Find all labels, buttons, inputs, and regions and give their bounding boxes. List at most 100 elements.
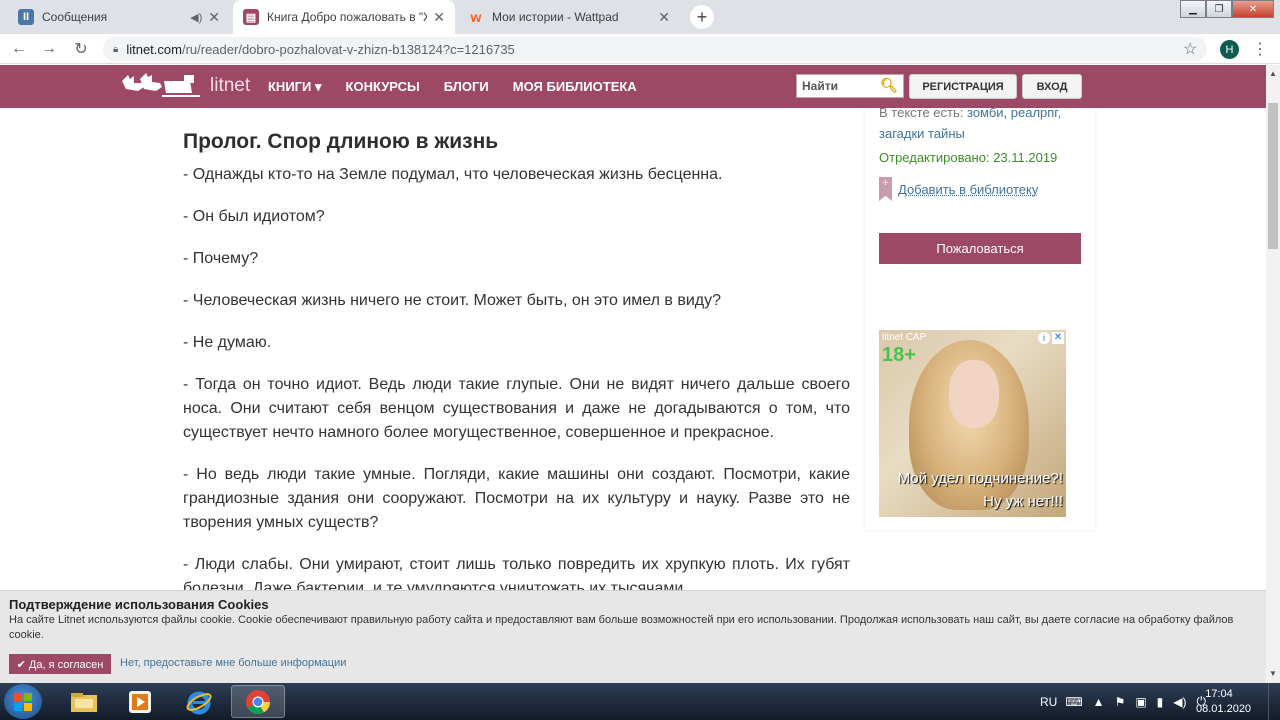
tag-link[interactable]: зомби, реалрпг, <box>967 108 1061 120</box>
system-clock[interactable]: 17:04 08.01.2020 <box>1196 687 1252 717</box>
menu-icon[interactable]: ⋮ <box>1252 39 1268 59</box>
address-bar[interactable]: 🔒︎ litnet.com/ru/reader/dobro-pozhalovat… <box>103 37 1207 61</box>
tab-title: Сообщения <box>42 10 108 24</box>
login-button[interactable]: ВХОД <box>1022 74 1082 99</box>
new-tab-button[interactable]: + <box>690 5 714 29</box>
scroll-up-icon[interactable]: ▲ <box>1269 69 1277 78</box>
wattpad-icon: w <box>470 9 482 25</box>
tab-wattpad[interactable]: w Мои истории - Wattpad ✕ <box>458 0 680 34</box>
forward-button[interactable]: → <box>38 38 60 60</box>
paragraph: - Тогда он точно идиот. Ведь люди такие … <box>183 376 850 441</box>
flag-icon[interactable]: ⚑ <box>1115 695 1126 709</box>
paragraph: - Почему? <box>183 250 259 267</box>
paragraph: - Он был идиотом? <box>183 208 325 225</box>
cookie-more-info-link[interactable]: Нет, предоставьте мне больше информации <box>120 657 346 669</box>
scroll-down-icon[interactable]: ▼ <box>1269 669 1277 678</box>
show-desktop-button[interactable] <box>1268 683 1280 720</box>
site-logo[interactable]: litnet <box>120 70 250 102</box>
volume-icon[interactable]: ◀) <box>1173 695 1186 709</box>
site-header: litnet КНИГИ ▾ КОНКУРСЫ БЛОГИ МОЯ БИБЛИО… <box>0 65 1266 108</box>
paragraph: - Но ведь люди такие умные. Погляди, как… <box>183 466 850 531</box>
ad-text: Ну уж нет!!! <box>983 493 1063 510</box>
reload-button[interactable]: ↻ <box>70 38 92 60</box>
logo-text: litnet <box>210 75 251 96</box>
ad-face <box>949 360 999 428</box>
bookmark-star-icon[interactable]: ☆ <box>1183 39 1197 59</box>
clock-date: 08.01.2020 <box>1196 703 1252 715</box>
edited-date: Отредактировано: 23.11.2019 <box>879 150 1058 165</box>
taskbar-ie[interactable] <box>172 685 226 718</box>
ad-logo: litnet САР <box>882 332 927 343</box>
chapter-text: - Однажды кто-то на Земле подумал, что ч… <box>183 163 850 590</box>
add-to-library-link[interactable]: + Добавить в библиотеку <box>879 177 1038 201</box>
windows-taskbar: RU ⌨ ▲ ⚑ ▣ ▮ ◀) ⏻ 17:04 08.01.2020 <box>0 683 1280 720</box>
cookie-banner: Подтверждение использования Cookies На с… <box>0 590 1266 683</box>
main-nav: КНИГИ ▾ КОНКУРСЫ БЛОГИ МОЯ БИБЛИОТЕКА <box>268 79 637 95</box>
tab-title: Мои истории - Wattpad <box>492 10 619 24</box>
windows-logo-icon <box>14 692 32 711</box>
device-icon[interactable]: ▣ <box>1135 695 1146 709</box>
language-indicator[interactable]: RU <box>1040 695 1057 709</box>
browser-tab-strip: II Сообщения ◀) ✕ ▤ Книга Добро пожалова… <box>0 0 1280 34</box>
lock-icon[interactable]: 🔒︎ <box>113 44 118 55</box>
cookie-text: На сайте Litnet используются файлы cooki… <box>9 614 1234 641</box>
media-player-icon <box>129 690 151 713</box>
advertisement-banner[interactable]: litnet САР 18+ i ✕ Мой удел подчинение?!… <box>879 330 1066 517</box>
tab-messages[interactable]: II Сообщения ◀) ✕ <box>8 0 230 34</box>
report-button[interactable]: Пожаловаться <box>879 233 1081 264</box>
browser-toolbar: ← → ↻ 🔒︎ litnet.com/ru/reader/dobro-pozh… <box>0 34 1280 64</box>
scrollbar-thumb[interactable] <box>1268 103 1278 249</box>
ad-info-icon[interactable]: i <box>1038 332 1050 344</box>
nav-blogs[interactable]: БЛОГИ <box>444 79 489 95</box>
close-tab-icon[interactable]: ✕ <box>433 9 445 26</box>
taskbar-explorer[interactable] <box>57 685 111 718</box>
back-button[interactable]: ← <box>8 38 30 60</box>
maximize-button[interactable]: ❐ <box>1206 0 1232 18</box>
url-path: /ru/reader/dobro-pozhalovat-v-zhizn-b138… <box>181 41 515 57</box>
search-icon[interactable]: 🔍︎ <box>880 77 898 94</box>
clock-time: 17:04 <box>1205 688 1233 700</box>
speaker-icon[interactable]: ◀) <box>190 11 202 24</box>
book-info-panel: В тексте есть: зомби, реалрпг, загадки т… <box>865 108 1095 530</box>
taskbar-media-player[interactable] <box>113 685 167 718</box>
network-signal-icon[interactable]: ▮ <box>1157 695 1164 709</box>
minimize-button[interactable]: ▁ <box>1180 0 1206 18</box>
system-tray: RU ⌨ ▲ ⚑ ▣ ▮ ◀) ⏻ <box>1040 683 1206 720</box>
ad-text: Мой удел подчинение?! <box>897 470 1063 487</box>
page-scrollbar[interactable]: ▲ ▼ <box>1266 65 1280 683</box>
paragraph: - Не думаю. <box>183 334 272 351</box>
register-button[interactable]: РЕГИСТРАЦИЯ <box>909 74 1017 99</box>
search-input[interactable]: Найти 🔍︎ <box>796 74 904 98</box>
tab-title: Книга Добро пожаловать в "Ж <box>267 10 428 24</box>
chrome-icon <box>246 689 270 714</box>
sleigh-logo-icon <box>122 73 200 97</box>
ad-age-rating: 18+ <box>882 344 916 366</box>
ad-close-icon[interactable]: ✕ <box>1052 332 1064 344</box>
tag-link[interactable]: загадки тайны <box>879 126 965 141</box>
close-tab-icon[interactable]: ✕ <box>208 9 220 26</box>
close-window-button[interactable]: ✕ <box>1232 0 1274 18</box>
tags-line: В тексте есть: зомби, реалрпг, загадки т… <box>879 108 1089 144</box>
nav-contests[interactable]: КОНКУРСЫ <box>346 79 420 95</box>
nav-books[interactable]: КНИГИ ▾ <box>268 79 322 95</box>
reader-content: Пролог. Спор длиною в жизнь - Однажды кт… <box>0 108 1266 590</box>
messages-icon: II <box>18 9 34 25</box>
start-button[interactable] <box>4 684 42 719</box>
url-domain: litnet.com <box>126 41 182 57</box>
show-hidden-icons-icon[interactable]: ▲ <box>1093 695 1105 709</box>
cookie-agree-button[interactable]: ✔ Да, я согласен <box>9 654 111 674</box>
paragraph: - Люди слабы. Они умирают, стоит лишь то… <box>183 556 850 590</box>
tab-litnet[interactable]: ▤ Книга Добро пожаловать в "Ж ✕ <box>233 0 455 34</box>
cookie-title: Подтверждение использования Cookies <box>9 597 269 612</box>
close-tab-icon[interactable]: ✕ <box>658 9 670 26</box>
explorer-icon <box>71 692 97 712</box>
keyboard-icon[interactable]: ⌨ <box>1065 695 1082 709</box>
paragraph: - Однажды кто-то на Земле подумал, что ч… <box>183 166 723 183</box>
chapter-title: Пролог. Спор длиною в жизнь <box>183 130 499 153</box>
nav-my-library[interactable]: МОЯ БИБЛИОТЕКА <box>513 79 637 95</box>
bookmark-plus-icon: + <box>879 177 892 201</box>
tags-prefix: В тексте есть: <box>879 108 967 120</box>
taskbar-chrome[interactable] <box>231 685 285 718</box>
add-to-library-label: Добавить в библиотеку <box>898 181 1039 197</box>
profile-avatar[interactable]: H <box>1220 40 1239 59</box>
